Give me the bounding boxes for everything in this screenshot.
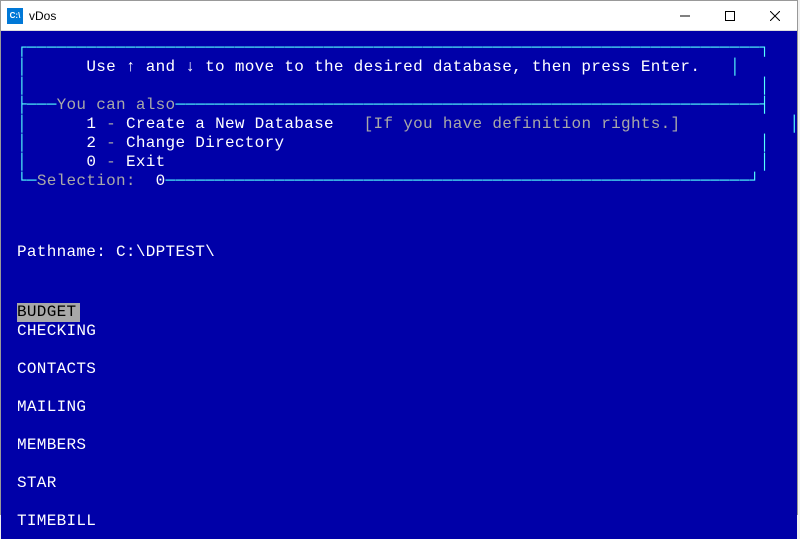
selection-label: Selection: [37, 172, 136, 190]
option-1-note: [If you have definition rights.] [364, 115, 681, 133]
pathname-label: Pathname: [17, 243, 106, 261]
list-item[interactable]: CHECKING [17, 322, 787, 341]
box-bottom: ────────────────────────────────────────… [166, 172, 760, 190]
list-item[interactable]: STAR [17, 474, 787, 493]
box-side: │ [730, 58, 740, 76]
pathname-value: C:\DPTEST\ [116, 243, 215, 261]
list-item[interactable]: MEMBERS [17, 436, 787, 455]
app-window: C:\ vDos ┌──────────────────────────────… [0, 0, 798, 515]
pathname-row: Pathname: C:\DPTEST\ [17, 243, 787, 262]
database-list: BUDGET CHECKING CONTACTS MAILING MEMBERS… [17, 303, 787, 531]
instruction-text: Use ↑ and ↓ to move to the desired datab… [86, 58, 700, 76]
box-top-border: ┌───────────────────────────────────────… [17, 39, 770, 57]
box-divider: ├─── [17, 96, 57, 114]
selection-value[interactable]: 0 [156, 172, 166, 190]
box-side: │ [17, 153, 27, 171]
box-side: │ [17, 77, 27, 95]
list-item[interactable]: MAILING [17, 398, 787, 417]
box-side: │ [760, 153, 770, 171]
app-icon: C:\ [7, 8, 23, 24]
option-2-num[interactable]: 2 [86, 134, 96, 152]
option-2-label[interactable]: Change Directory [126, 134, 284, 152]
box-side: │ [17, 115, 27, 133]
minimize-button[interactable] [662, 1, 707, 31]
window-title: vDos [29, 9, 662, 23]
titlebar[interactable]: C:\ vDos [1, 1, 797, 31]
option-1-label[interactable]: Create a New Database [126, 115, 334, 133]
close-button[interactable] [752, 1, 797, 31]
box-side: │ [760, 77, 770, 95]
box-side: │ [760, 134, 770, 152]
option-3-num[interactable]: 0 [86, 153, 96, 171]
list-item[interactable]: CONTACTS [17, 360, 787, 379]
terminal-screen[interactable]: ┌───────────────────────────────────────… [1, 31, 797, 539]
box-bottom: └─ [17, 172, 37, 190]
box-divider: ────────────────────────────────────────… [175, 96, 769, 114]
list-item[interactable]: BUDGET [17, 303, 80, 322]
box-side: │ [17, 58, 27, 76]
maximize-button[interactable] [707, 1, 752, 31]
option-3-label[interactable]: Exit [126, 153, 166, 171]
options-header: You can also [57, 96, 176, 114]
box-side: │ [789, 115, 799, 133]
list-item[interactable]: TIMEBILL [17, 512, 787, 531]
box-side: │ [17, 134, 27, 152]
option-1-num[interactable]: 1 [86, 115, 96, 133]
